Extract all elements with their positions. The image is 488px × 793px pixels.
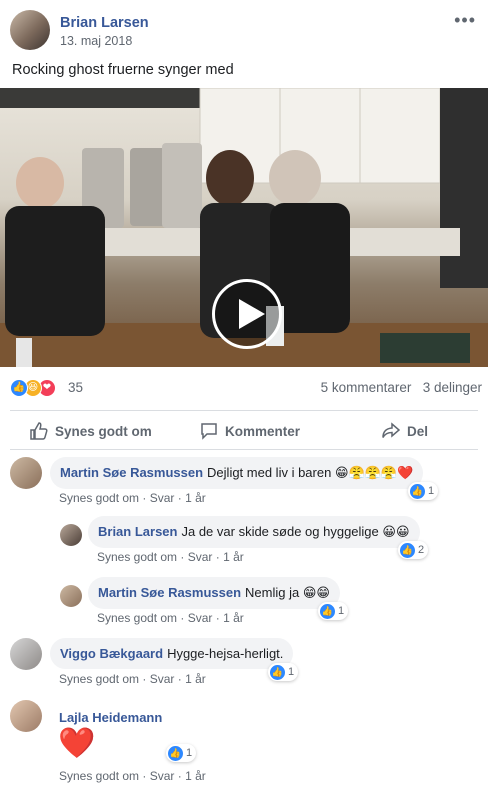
comment-time[interactable]: 1 år: [223, 611, 244, 625]
comment-meta: Synes godt om · Svar · 1 år: [59, 491, 206, 505]
comment-emoji: 😀😀: [382, 525, 410, 540]
comment-like-badge[interactable]: 👍 2: [398, 541, 429, 559]
comment-icon: [201, 423, 217, 440]
meta-separator: ·: [177, 491, 182, 505]
comment-button[interactable]: Kommenter: [200, 417, 300, 445]
comment-emoji: 😁😁: [302, 586, 330, 601]
comment-like-link[interactable]: Synes godt om: [97, 611, 177, 625]
like-badge-icon: 👍: [168, 745, 183, 761]
comment-text: Dejligt med liv i baren: [207, 465, 332, 480]
meta-separator: ·: [177, 769, 182, 783]
reply: Brian Larsen Ja de var skide søde og hygg…: [60, 516, 480, 568]
comment-like-badge[interactable]: 👍 1: [318, 602, 349, 620]
share-count[interactable]: 3 delinger: [423, 380, 482, 395]
play-button[interactable]: [212, 279, 282, 349]
comment-like-count: 1: [428, 485, 435, 497]
comment-meta: Synes godt om · Svar · 1 år: [97, 611, 244, 625]
comment-like-badge[interactable]: 👍 1: [268, 663, 299, 681]
commenter-name[interactable]: Martin Søe Rasmussen: [98, 585, 241, 600]
commenter-avatar[interactable]: [60, 524, 82, 546]
comment-count[interactable]: 5 kommentarer: [321, 380, 412, 395]
comment-bubble: Martin Søe Rasmussen Nemlig ja 😁😁: [88, 577, 340, 609]
commenter-name[interactable]: Lajla Heidemann: [59, 710, 162, 725]
comment: Martin Søe Rasmussen Dejligt med liv i ba…: [10, 457, 480, 511]
comment-reply-link[interactable]: Svar: [188, 611, 213, 625]
comment-bubble: Brian Larsen Ja de var skide søde og hygg…: [88, 516, 420, 548]
meta-separator: ·: [215, 550, 220, 564]
commenter-name[interactable]: Brian Larsen: [98, 524, 177, 539]
comment-reply-link[interactable]: Svar: [150, 769, 175, 783]
comment-like-link[interactable]: Synes godt om: [59, 769, 139, 783]
comment-like-count: 1: [288, 666, 295, 678]
comment-bubble: Viggo Bækgaard Hygge-hejsa-herligt.: [50, 638, 294, 669]
comment-like-link[interactable]: Synes godt om: [59, 491, 139, 505]
meta-separator: ·: [142, 491, 147, 505]
share-button[interactable]: Del: [382, 417, 428, 445]
like-button[interactable]: Synes godt om: [30, 417, 152, 445]
comment-emoji: 😁😤😤😤❤️: [334, 466, 414, 481]
comment-meta: Synes godt om · Svar · 1 år: [59, 769, 206, 783]
author-avatar[interactable]: [10, 10, 50, 50]
commenter-avatar[interactable]: [10, 700, 42, 732]
comment-like-link[interactable]: Synes godt om: [97, 550, 177, 564]
post-text: Rocking ghost fruerne synger med: [12, 62, 234, 78]
commenter-avatar[interactable]: [10, 638, 42, 670]
comment-like-count: 1: [186, 747, 193, 759]
reaction-count[interactable]: 35: [68, 380, 83, 395]
comment: Viggo Bækgaard Hygge-hejsa-herligt. 👍 1 Sy…: [10, 638, 480, 690]
like-badge-icon: 👍: [410, 483, 425, 499]
commenter-name[interactable]: Martin Søe Rasmussen: [60, 465, 203, 480]
meta-separator: ·: [180, 550, 185, 564]
comment: Lajla Heidemann ❤️ 👍 1 Synes godt om · Sv…: [10, 700, 480, 788]
comment-label: Kommenter: [225, 423, 301, 439]
share-label: Del: [407, 423, 429, 439]
comment-share-counts: 5 kommentarer 3 delinger: [321, 380, 482, 395]
post-date[interactable]: 13. maj 2018: [60, 34, 132, 48]
author-name[interactable]: Brian Larsen: [60, 15, 149, 31]
like-label: Synes godt om: [55, 423, 152, 439]
comment-like-count: 2: [418, 544, 425, 556]
meta-separator: ·: [142, 769, 147, 783]
like-badge-icon: 👍: [400, 542, 415, 558]
post-stats: 👍 😆 ❤ 35 5 kommentarer 3 delinger: [10, 376, 482, 400]
commenter-avatar[interactable]: [60, 585, 82, 607]
thumbs-up-icon: [30, 422, 48, 440]
comment-time[interactable]: 1 år: [223, 550, 244, 564]
comment-text: Nemlig ja: [245, 585, 300, 600]
comment-like-count: 1: [338, 605, 345, 617]
video-player[interactable]: [0, 88, 488, 367]
comment-like-badge[interactable]: 👍 1: [408, 482, 439, 500]
comment-meta: Synes godt om · Svar · 1 år: [59, 672, 206, 686]
meta-separator: ·: [180, 611, 185, 625]
comment-meta: Synes godt om · Svar · 1 år: [97, 550, 244, 564]
share-icon: [382, 422, 400, 438]
post-header: Brian Larsen 13. maj 2018 •••: [10, 10, 478, 54]
reaction-icons[interactable]: 👍 😆 ❤: [10, 379, 64, 397]
like-badge-icon: 👍: [320, 603, 335, 619]
like-reaction-icon: 👍: [10, 379, 28, 397]
like-badge-icon: 👍: [270, 664, 285, 680]
comment-reply-link[interactable]: Svar: [150, 672, 175, 686]
play-icon: [239, 299, 265, 329]
action-bar: Synes godt om Kommenter Del: [10, 410, 478, 450]
comment-reply-link[interactable]: Svar: [150, 491, 175, 505]
heart-emoji: ❤️: [58, 726, 96, 761]
comment-like-badge[interactable]: 👍 1: [166, 744, 197, 762]
comment-text: Hygge-hejsa-herligt.: [167, 646, 284, 661]
more-options-icon[interactable]: •••: [454, 10, 476, 31]
commenter-name[interactable]: Viggo Bækgaard: [60, 646, 163, 661]
comment-reply-link[interactable]: Svar: [188, 550, 213, 564]
commenter-avatar[interactable]: [10, 457, 42, 489]
comment-like-link[interactable]: Synes godt om: [59, 672, 139, 686]
comment-time[interactable]: 1 år: [185, 769, 206, 783]
meta-separator: ·: [142, 672, 147, 686]
reply: Martin Søe Rasmussen Nemlig ja 😁😁 👍 1 Syne…: [60, 577, 480, 629]
comment-text: Ja de var skide søde og hyggelige: [181, 524, 379, 539]
meta-separator: ·: [177, 672, 182, 686]
comment-time[interactable]: 1 år: [185, 672, 206, 686]
comment-time[interactable]: 1 år: [185, 491, 206, 505]
comment-bubble: Martin Søe Rasmussen Dejligt med liv i ba…: [50, 457, 424, 489]
meta-separator: ·: [215, 611, 220, 625]
